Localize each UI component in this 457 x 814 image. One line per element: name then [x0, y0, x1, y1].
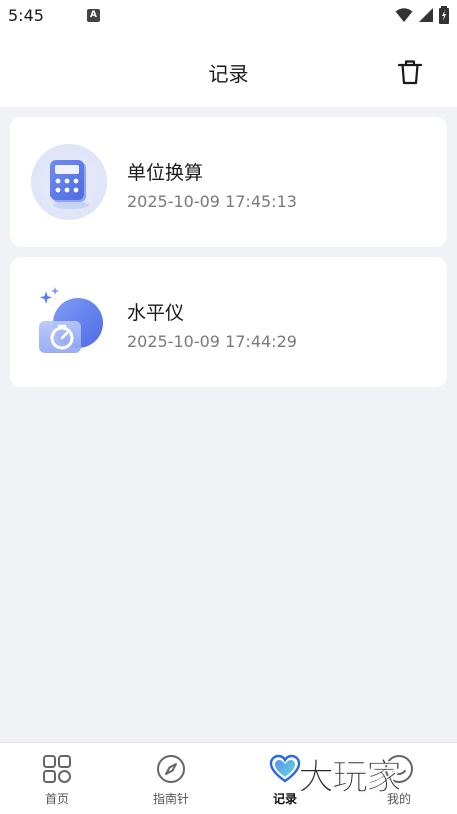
delete-button[interactable] [396, 58, 424, 86]
nav-item-mine[interactable]: 我的 [342, 743, 456, 814]
compass-icon [157, 755, 185, 783]
record-item-level-meter[interactable]: 水平仪 2025-10-09 17:44:29 [10, 257, 447, 387]
nav-label-compass: 指南针 [152, 792, 189, 806]
nav-label-records: 记录 [272, 792, 297, 806]
signal-icon [419, 8, 433, 22]
page-header: 记录 [0, 32, 457, 107]
nav-label-mine: 我的 [386, 792, 411, 806]
calculator-icon [30, 143, 108, 221]
bottom-nav: 首页 指南针 记录 我的 [0, 742, 457, 814]
grid-icon [43, 755, 71, 783]
nav-label-home: 首页 [44, 792, 69, 806]
page-title: 记录 [208, 62, 249, 86]
wifi-icon [395, 8, 413, 22]
status-time: 5:45 [8, 6, 44, 25]
smile-icon [385, 755, 413, 783]
nav-item-compass[interactable]: 指南针 [114, 743, 228, 814]
record-item-unit-conversion[interactable]: 单位换算 2025-10-09 17:45:13 [10, 117, 447, 247]
status-bar: 5:45 A [0, 0, 457, 32]
level-meter-icon [30, 283, 108, 361]
record-timestamp: 2025-10-09 17:44:29 [127, 332, 297, 351]
nav-item-records[interactable]: 记录 [228, 743, 342, 814]
record-title: 水平仪 [127, 302, 185, 324]
record-timestamp: 2025-10-09 17:45:13 [127, 192, 297, 211]
app-screen: 5:45 A 记录 单位换算 2025-10-09 17:45:13 水平仪 2… [0, 0, 457, 814]
trash-icon [397, 60, 423, 85]
notification-badge-icon: A [87, 9, 100, 22]
heart-icon [269, 754, 301, 783]
status-indicators [395, 6, 449, 24]
nav-item-home[interactable]: 首页 [0, 743, 114, 814]
battery-icon [439, 6, 449, 24]
record-title: 单位换算 [127, 162, 204, 184]
